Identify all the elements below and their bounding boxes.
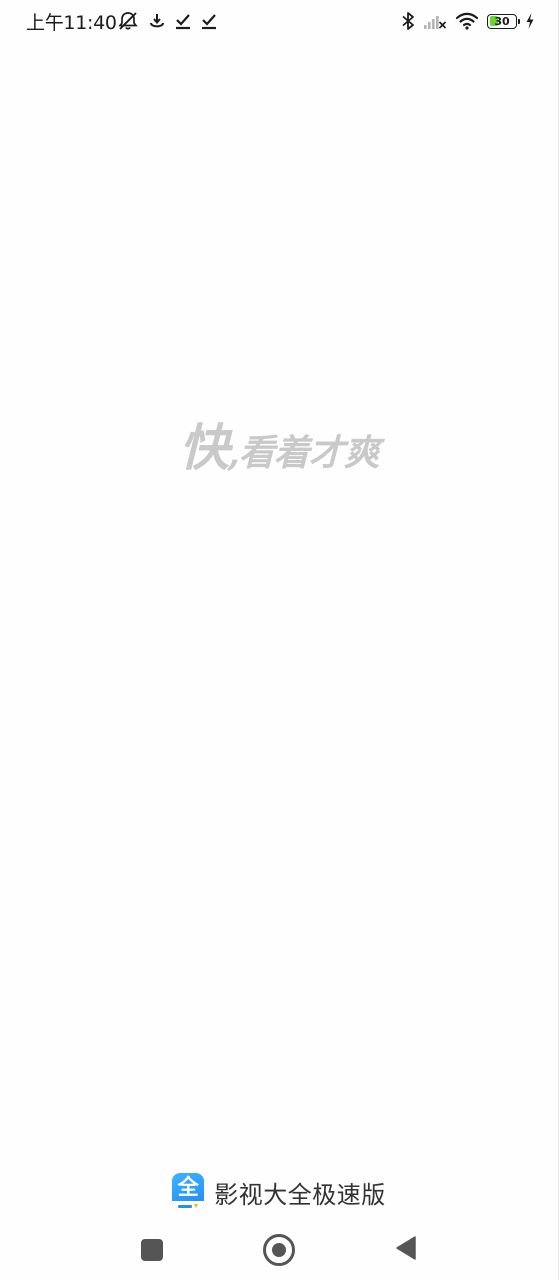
signal-off-icon [423, 12, 447, 30]
app-name: 影视大全极速版 [214, 1180, 386, 1209]
recents-button[interactable] [130, 1228, 174, 1272]
back-button[interactable] [384, 1228, 428, 1272]
splash-screen: 上午11:40 30 快,看着才爽 全 影视大全极速版 [0, 0, 559, 1280]
status-bar: 上午11:40 30 [0, 0, 558, 44]
app-brand: 全 影视大全极速版 [0, 1172, 558, 1212]
home-circle-icon [263, 1234, 295, 1266]
app-logo-icon: 全 [172, 1173, 205, 1211]
status-notification-icons [117, 9, 217, 33]
download-icon [149, 12, 165, 30]
slogan-text: ,看着才爽 [227, 432, 380, 474]
battery-icon: 30 [487, 13, 520, 29]
splash-slogan: 快,看着才爽 [0, 408, 558, 480]
recents-square-icon [141, 1239, 163, 1261]
home-button[interactable] [257, 1228, 301, 1272]
check-icon [175, 12, 191, 30]
navigation-bar [0, 1218, 558, 1280]
bluetooth-icon [401, 11, 415, 31]
charging-icon [525, 12, 535, 30]
status-time: 上午11:40 [26, 12, 117, 34]
app-logo-char: 全 [177, 1175, 199, 1199]
mute-alarm-icon [117, 11, 139, 31]
battery-level-text: 30 [494, 14, 510, 28]
slogan-highlight: 快 [179, 418, 229, 477]
status-system-icons: 30 [401, 9, 535, 33]
check-icon [201, 12, 217, 30]
wifi-icon [455, 12, 479, 30]
back-triangle-icon [394, 1235, 418, 1265]
